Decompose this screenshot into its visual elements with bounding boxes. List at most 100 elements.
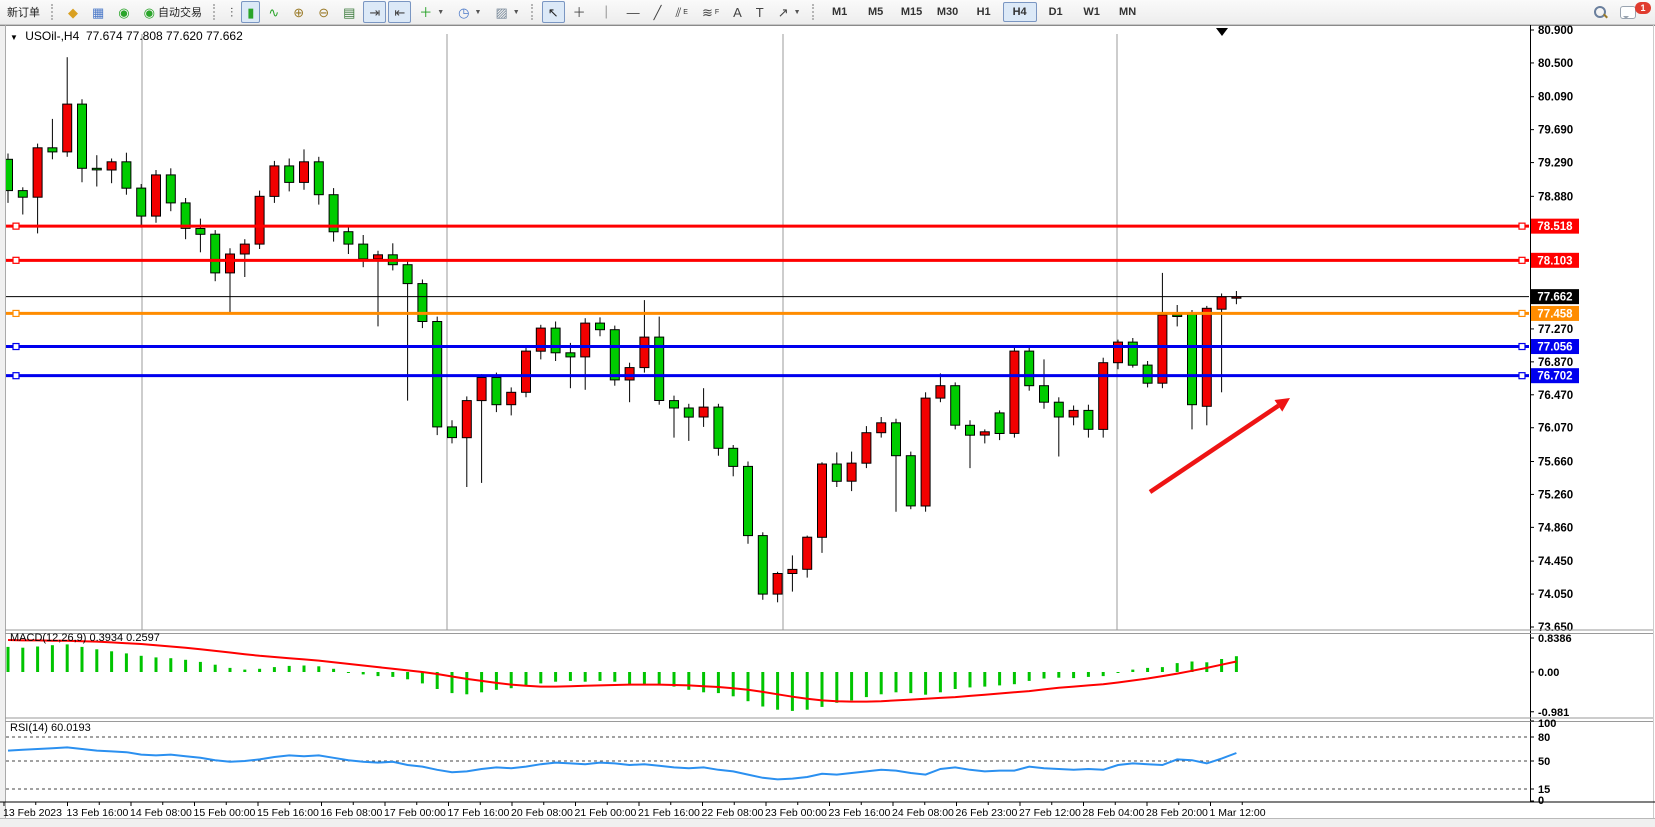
tile-windows-button[interactable]: ▤ <box>337 1 361 23</box>
candle-body-down <box>122 162 131 188</box>
collapse-icon[interactable]: ▼ <box>10 33 18 42</box>
zoom-out-button[interactable]: ⊖ <box>312 1 335 23</box>
macd-histogram-bar <box>1072 672 1075 678</box>
candle-body-up <box>862 433 871 464</box>
macd-axis-label: 0.8386 <box>1538 633 1572 645</box>
candle-body-down <box>1143 365 1152 383</box>
search-button[interactable] <box>1588 1 1612 23</box>
market-watch-button[interactable]: ▦ <box>86 1 110 23</box>
macd-histogram-bar <box>776 672 779 710</box>
toolbar-grip <box>531 4 538 20</box>
price-line-label: 78.518 <box>1537 221 1573 233</box>
fibonacci-tool-icon-sub: F <box>715 9 719 16</box>
label-tool-icon: T <box>756 6 764 19</box>
line-handle[interactable] <box>1519 310 1525 316</box>
chart-shift-button[interactable]: ⇤ <box>388 1 411 23</box>
candlestick-type-icon: ▮ <box>247 6 254 19</box>
line-handle[interactable] <box>1519 223 1525 229</box>
add-indicator-button[interactable]: ＋▼ <box>413 1 450 23</box>
signals-button[interactable]: ◉ <box>112 1 135 23</box>
crosshair-tool-button[interactable]: ＋ <box>567 1 592 23</box>
timeframe-d1-button[interactable]: D1 <box>1039 2 1073 22</box>
vertical-line-tool-icon: ｜ <box>600 6 613 19</box>
macd-histogram-bar <box>451 672 454 693</box>
chevron-down-icon[interactable]: ▼ <box>513 9 520 16</box>
macd-histogram-bar <box>747 672 750 701</box>
auto-trading-icon: ◉ <box>144 6 155 19</box>
auto-trading-button[interactable]: ◉ 自动交易 <box>138 1 208 23</box>
candle-body-down <box>1188 314 1197 405</box>
candle-body-down <box>359 244 368 259</box>
cursor-tool-button[interactable]: ↖ <box>542 1 565 23</box>
fibonacci-tool-icon: ≋ <box>702 6 713 19</box>
label-tool-button[interactable]: T <box>750 1 770 23</box>
auto-scroll-button[interactable]: ⇥ <box>363 1 386 23</box>
macd-histogram-bar <box>95 649 98 672</box>
timeframe-m30-button[interactable]: M30 <box>931 2 965 22</box>
notification-badge[interactable]: 1 <box>1635 2 1651 14</box>
new-order-button[interactable]: 新订单 <box>1 1 46 23</box>
axis-tick-label: 76.470 <box>1538 390 1573 402</box>
macd-histogram-bar <box>924 672 927 695</box>
line-handle[interactable] <box>13 223 19 229</box>
line-handle[interactable] <box>13 257 19 263</box>
axis-tick-label: 80.500 <box>1538 58 1573 70</box>
candle-body-up <box>240 244 249 254</box>
timeframe-m1-button[interactable]: M1 <box>823 2 857 22</box>
fibonacci-tool-button[interactable]: ≋F <box>696 1 725 23</box>
macd-histogram-bar <box>1117 672 1120 673</box>
macd-histogram-bar <box>835 672 838 703</box>
trendline-tool-button[interactable]: ╱ <box>648 1 668 23</box>
chart-canvas[interactable]: 78.51878.10377.66277.45877.05676.70280.9… <box>0 24 1655 827</box>
macd-histogram-bar <box>1043 672 1046 679</box>
timeframe-mn-button[interactable]: MN <box>1111 2 1145 22</box>
candle-body-down <box>196 229 205 235</box>
horizontal-line-tool-button[interactable]: — <box>621 1 646 23</box>
candle-body-down <box>995 413 1004 434</box>
candlestick-type-button[interactable]: ▮ <box>241 1 260 23</box>
chevron-down-icon[interactable]: ▼ <box>475 9 482 16</box>
macd-histogram-bar <box>599 672 602 681</box>
candle-body-down <box>729 448 738 466</box>
candle-body-down <box>1054 402 1063 417</box>
chevron-down-icon[interactable]: ▼ <box>437 9 444 16</box>
line-handle[interactable] <box>1519 257 1525 263</box>
templates-button[interactable]: ▨▼ <box>489 1 525 23</box>
candle-body-down <box>551 328 560 353</box>
text-tool-button[interactable]: A <box>727 1 748 23</box>
periods-button[interactable]: ◷▼ <box>452 1 487 23</box>
line-handle[interactable] <box>13 310 19 316</box>
vertical-line-tool-button[interactable]: ｜ <box>594 1 619 23</box>
timeframe-h4-button[interactable]: H4 <box>1003 2 1037 22</box>
line-chart-type-button[interactable]: ∿ <box>262 1 285 23</box>
line-handle[interactable] <box>1519 373 1525 379</box>
charts-profile-button[interactable]: ◆ <box>62 1 84 23</box>
channel-tool-button[interactable]: ⫽E <box>669 1 693 23</box>
timeframe-w1-button[interactable]: W1 <box>1075 2 1109 22</box>
candle-body-down <box>966 425 975 435</box>
macd-histogram-bar <box>36 647 39 673</box>
timeframe-m15-button[interactable]: M15 <box>895 2 929 22</box>
macd-histogram-bar <box>613 672 616 682</box>
candle-body-up <box>270 166 279 197</box>
line-handle[interactable] <box>13 344 19 350</box>
timeframe-h1-button[interactable]: H1 <box>967 2 1001 22</box>
candle-body-up <box>581 323 590 357</box>
macd-histogram-bar <box>169 658 172 672</box>
axis-tick-label: 75.260 <box>1538 489 1573 501</box>
zoom-in-button[interactable]: ⊕ <box>287 1 310 23</box>
channel-tool-icon: ⫽ <box>675 6 681 19</box>
chart-title-bar[interactable]: ▼ USOil-,H4 77.674 77.808 77.620 77.662 <box>10 29 243 43</box>
search-icon <box>1594 6 1606 18</box>
candle-body-up <box>921 398 930 506</box>
chevron-down-icon[interactable]: ▼ <box>794 9 801 16</box>
timeframe-m5-button[interactable]: M5 <box>859 2 893 22</box>
line-handle[interactable] <box>1519 344 1525 350</box>
arrows-tool-button[interactable]: ↗▼ <box>772 1 807 23</box>
candle-body-down <box>418 284 427 322</box>
macd-histogram-bar <box>1131 670 1134 672</box>
line-handle[interactable] <box>13 373 19 379</box>
candle-body-up <box>1217 297 1226 309</box>
macd-histogram-bar <box>909 672 912 693</box>
bar-chart-type-button[interactable]: ⫶ <box>224 1 239 23</box>
